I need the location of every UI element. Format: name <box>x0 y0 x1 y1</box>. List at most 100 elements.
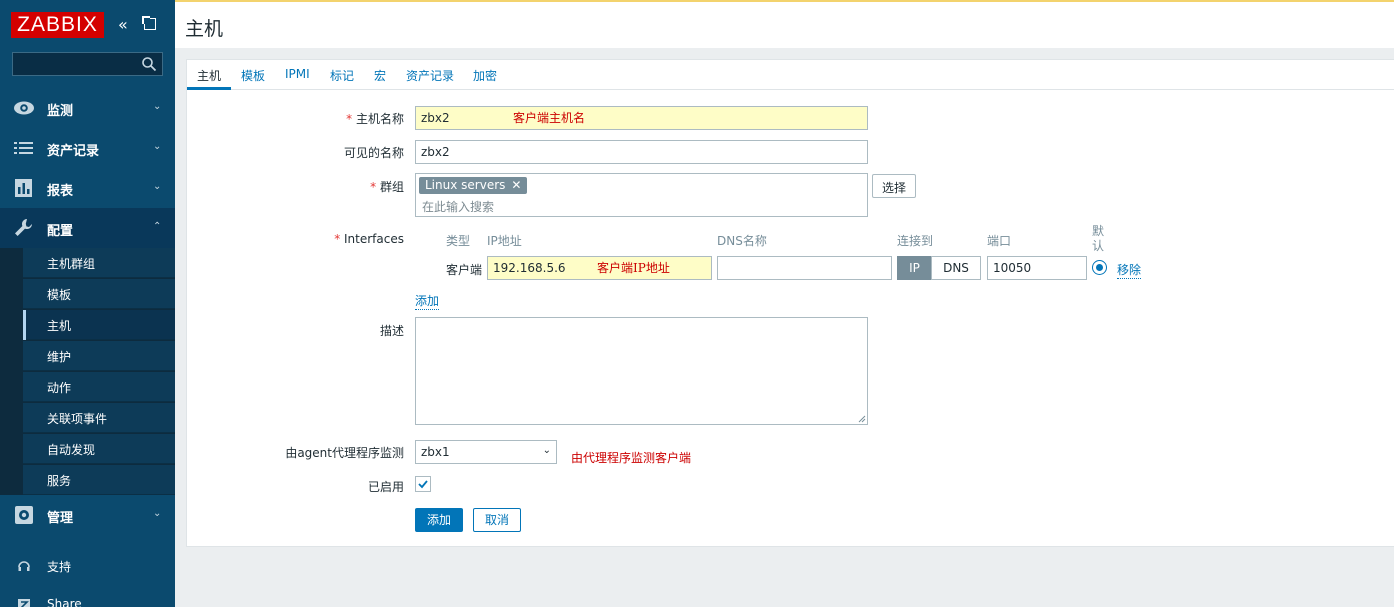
tab-host[interactable]: 主机 <box>197 67 221 84</box>
iface-type-header: 类型 <box>446 234 471 248</box>
nav-configuration-label: 配置 <box>47 224 74 239</box>
chevron-down-icon: ⌄ <box>153 141 162 152</box>
tab-encryption[interactable]: 加密 <box>473 67 497 84</box>
groups-multiselect[interactable]: Linux servers ✕ 在此输入搜索 <box>415 173 868 217</box>
iface-connect-header: 连接到 <box>897 234 934 248</box>
chevron-down-icon: ⌄ <box>542 445 551 456</box>
sidebar-item-services[interactable]: 服务 <box>23 465 175 495</box>
eye-icon <box>14 101 34 115</box>
sidebar: ZABBIX « 监测 ⌄ 资产记录 ⌄ 报表 ⌄ 配置 ⌃ 主机群组 模板 主… <box>0 0 175 607</box>
chevron-up-icon: ⌃ <box>153 221 162 232</box>
proxy-note: 由代理程序监测客户端 <box>571 451 692 465</box>
chevron-down-icon: ⌄ <box>153 101 162 112</box>
sidebar-item-label: 维护 <box>47 350 72 364</box>
sidebar-item-actions[interactable]: 动作 <box>23 372 175 402</box>
tab-inventory[interactable]: 资产记录 <box>406 67 454 84</box>
search-icon[interactable] <box>141 56 157 72</box>
logo-row: ZABBIX « <box>0 0 175 52</box>
interfaces-label: * Interfaces <box>334 232 404 246</box>
nav-configuration[interactable]: 配置 ⌃ <box>0 208 175 248</box>
add-interface-link[interactable]: 添加 <box>415 292 440 310</box>
host-name-note: 客户端主机名 <box>513 111 586 125</box>
iface-port-header: 端口 <box>987 234 1012 248</box>
default-interface-radio[interactable] <box>1092 260 1107 275</box>
group-tag: Linux servers ✕ <box>419 177 528 194</box>
resize-handle-icon[interactable] <box>858 415 866 423</box>
tab-ipmi[interactable]: IPMI <box>285 67 310 81</box>
sidebar-item-label: 主机 <box>47 319 72 333</box>
group-tag-label: Linux servers <box>425 178 506 192</box>
active-tab-indicator <box>187 87 231 90</box>
select-groups-button[interactable]: 选择 <box>872 174 917 198</box>
groups-search-placeholder[interactable]: 在此输入搜索 <box>422 198 494 215</box>
support-label: 支持 <box>47 560 72 574</box>
iface-default-header: 默认 <box>1092 224 1105 253</box>
nav-monitoring-label: 监测 <box>47 104 74 119</box>
tab-tags[interactable]: 标记 <box>330 67 354 84</box>
groups-label: * 群组 <box>370 180 404 194</box>
configuration-submenu: 主机群组 模板 主机 维护 动作 关联项事件 自动发现 服务 <box>0 248 175 495</box>
sidebar-item-templates[interactable]: 模板 <box>23 279 175 309</box>
page-header: 主机 <box>175 0 1394 48</box>
sidebar-item-label: 动作 <box>47 381 72 395</box>
proxy-select[interactable]: zbx1 ⌄ <box>415 440 557 464</box>
sidebar-item-host-groups[interactable]: 主机群组 <box>23 248 175 278</box>
sidebar-item-label: 服务 <box>47 474 72 488</box>
host-form-card: 主机 模板 IPMI 标记 宏 资产记录 加密 * 主机名称 zbx2 客户端主… <box>186 59 1394 547</box>
iface-ip-note: 客户端IP地址 <box>597 261 670 275</box>
sidebar-item-label: 关联项事件 <box>47 412 108 426</box>
iface-port-field[interactable]: 10050 <box>987 256 1087 280</box>
iface-ip-header: IP地址 <box>487 234 522 248</box>
enabled-label: 已启用 <box>367 480 404 494</box>
sidebar-item-event-correlation[interactable]: 关联项事件 <box>23 403 175 433</box>
tab-templates[interactable]: 模板 <box>241 67 265 84</box>
iface-dns-field[interactable] <box>717 256 892 280</box>
nav-administration[interactable]: 管理 ⌄ <box>0 495 175 535</box>
nav-inventory-label: 资产记录 <box>47 144 100 159</box>
description-label: 描述 <box>379 324 404 338</box>
sidebar-search-input[interactable] <box>12 52 163 76</box>
page-title: 主机 <box>185 18 224 40</box>
wrench-icon <box>15 218 33 236</box>
remove-tag-icon[interactable]: ✕ <box>511 178 521 192</box>
iface-dns-header: DNS名称 <box>717 234 767 248</box>
checkmark-icon <box>418 480 428 489</box>
remove-interface-link[interactable]: 移除 <box>1117 261 1142 279</box>
nav-monitoring[interactable]: 监测 ⌄ <box>0 88 175 128</box>
share-link[interactable]: Share <box>0 590 175 607</box>
nav-reports-label: 报表 <box>47 184 74 199</box>
zabbix-logo[interactable]: ZABBIX <box>11 12 104 38</box>
chevron-down-icon: ⌄ <box>153 508 162 519</box>
description-field[interactable] <box>415 317 868 425</box>
cancel-button[interactable]: 取消 <box>473 508 521 532</box>
add-button[interactable]: 添加 <box>415 508 463 532</box>
sidebar-item-discovery[interactable]: 自动发现 <box>23 434 175 464</box>
share-label: Share <box>47 597 82 607</box>
enabled-checkbox[interactable] <box>415 476 431 492</box>
connect-ip-toggle[interactable]: IP <box>897 256 932 280</box>
nav-administration-label: 管理 <box>47 511 74 526</box>
chevron-down-icon: ⌄ <box>153 181 162 192</box>
tab-macros[interactable]: 宏 <box>374 67 386 84</box>
share-icon <box>18 599 30 607</box>
proxy-label: 由agent代理程序监测 <box>285 446 404 460</box>
sidebar-item-maintenance[interactable]: 维护 <box>23 341 175 371</box>
visible-name-label: 可见的名称 <box>343 146 404 160</box>
kiosk-mode-icon[interactable] <box>142 16 156 30</box>
sidebar-item-hosts[interactable]: 主机 <box>23 310 175 340</box>
visible-name-field[interactable]: zbx2 <box>415 140 868 164</box>
connect-dns-toggle[interactable]: DNS <box>931 256 981 280</box>
support-link[interactable]: 支持 <box>0 551 175 581</box>
sidebar-item-label: 模板 <box>47 288 72 302</box>
sidebar-item-label: 主机群组 <box>47 257 96 271</box>
nav-inventory[interactable]: 资产记录 ⌄ <box>0 128 175 168</box>
host-name-label: * 主机名称 <box>346 112 404 126</box>
host-name-field[interactable]: zbx2 <box>415 106 868 130</box>
gear-icon <box>15 506 33 524</box>
tab-bar: 主机 模板 IPMI 标记 宏 资产记录 加密 <box>187 60 1394 90</box>
bar-chart-icon <box>15 179 32 197</box>
iface-type-value: 客户端 <box>446 263 483 277</box>
collapse-sidebar-icon[interactable]: « <box>118 16 128 34</box>
nav-reports[interactable]: 报表 ⌄ <box>0 168 175 208</box>
proxy-selected-value: zbx1 <box>421 445 450 459</box>
